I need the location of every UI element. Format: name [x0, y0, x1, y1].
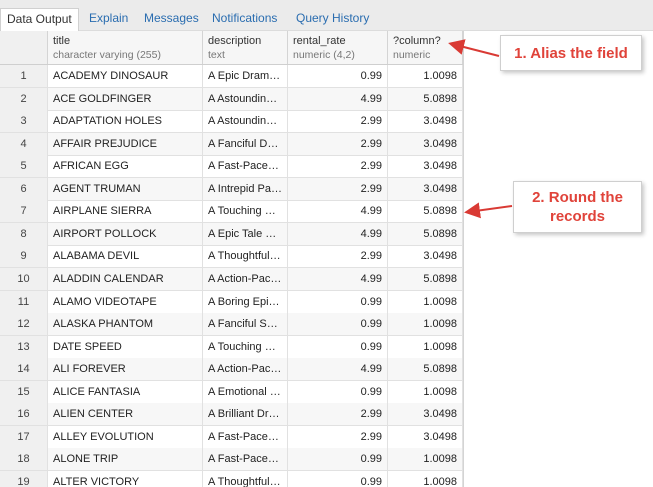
annotation-arrows — [448, 39, 513, 219]
arrow-to-rounded-value — [464, 202, 513, 219]
arrow-to-column-header — [448, 39, 500, 57]
